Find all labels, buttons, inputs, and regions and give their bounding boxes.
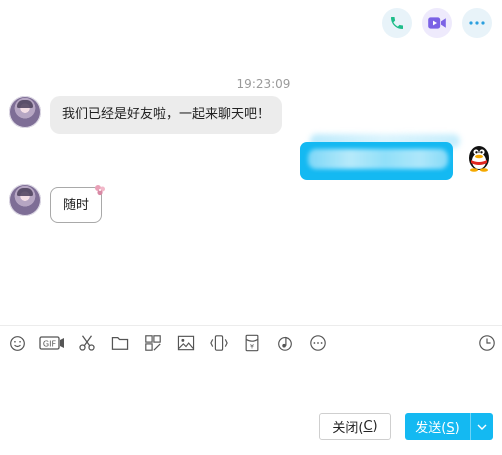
image-icon[interactable] — [175, 333, 197, 353]
send-button[interactable]: 发送(S) — [405, 413, 493, 440]
more-icon — [469, 20, 485, 26]
my-avatar-penguin-icon[interactable] — [465, 142, 493, 172]
history-clock-icon[interactable] — [476, 333, 498, 353]
close-button-label: 关闭( — [332, 421, 364, 436]
input-divider — [0, 325, 502, 326]
chevron-down-icon[interactable] — [471, 413, 493, 440]
file-grid-icon[interactable] — [142, 333, 164, 353]
sent-message-bubble — [300, 142, 453, 180]
gif-icon[interactable]: GIF — [39, 333, 65, 353]
folder-icon[interactable] — [109, 333, 131, 353]
received-message-bubble: 我们已经是好友啦，一起来聊天吧！ — [50, 96, 283, 134]
more-options-icon[interactable] — [307, 333, 329, 353]
input-toolbar: GIF ¥ — [6, 333, 340, 353]
blurred-text — [308, 149, 448, 169]
video-call-icon — [427, 15, 447, 31]
header-actions — [382, 8, 492, 38]
send-button-label-tail: ) — [454, 421, 460, 436]
close-button-label-tail: ) — [372, 419, 378, 434]
scissors-icon[interactable] — [76, 333, 98, 353]
phone-icon — [389, 15, 405, 31]
send-button-label: 发送( — [415, 421, 447, 436]
voice-call-button[interactable] — [382, 8, 412, 38]
shake-icon[interactable] — [208, 333, 230, 353]
send-button-shortcut: S — [446, 421, 455, 436]
contact-avatar[interactable] — [9, 184, 41, 216]
svg-text:GIF: GIF — [43, 340, 57, 349]
close-button[interactable]: 关闭(C) — [319, 413, 391, 440]
send-button-label-wrap: 发送(S) — [405, 417, 470, 436]
red-packet-icon[interactable]: ¥ — [241, 333, 263, 353]
video-call-button[interactable] — [422, 8, 452, 38]
bubble-decoration-icon — [93, 182, 107, 196]
music-icon[interactable] — [274, 333, 296, 353]
more-actions-button[interactable] — [462, 8, 492, 38]
svg-text:¥: ¥ — [250, 343, 254, 350]
emoji-icon[interactable] — [6, 333, 28, 353]
message-timestamp: 19:23:09 — [236, 77, 291, 91]
contact-avatar[interactable] — [9, 96, 41, 128]
close-button-shortcut: C — [363, 419, 373, 434]
